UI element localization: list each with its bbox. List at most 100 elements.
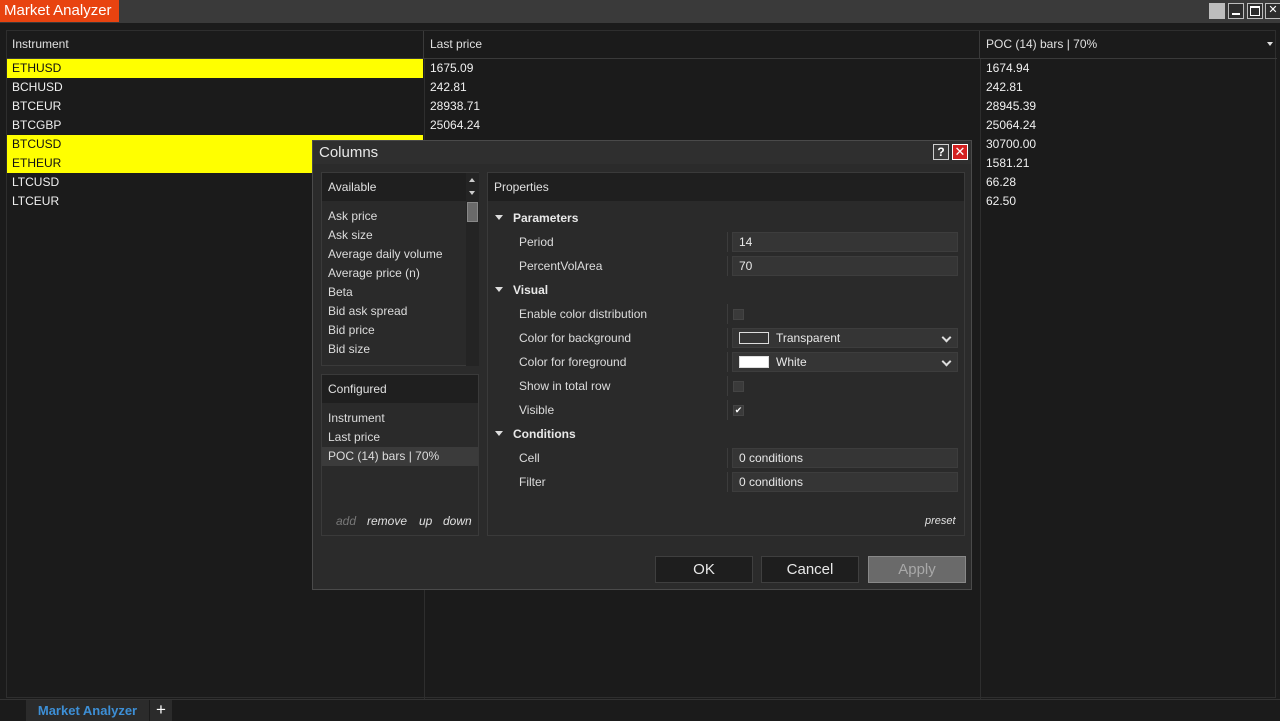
available-item[interactable]: Bid ask spread [328,302,407,321]
grid-row[interactable]: BTCGBP 25064.24 25064.24 [7,116,1277,135]
minimize-button[interactable] [1228,3,1244,19]
grid-row[interactable]: ETHUSD 1675.09 1674.94 [7,59,1277,78]
apply-button[interactable]: Apply [868,556,966,583]
color-distribution-checkbox[interactable] [733,309,744,320]
configured-item[interactable]: Last price [322,428,478,447]
instrument-cell: BCHUSD [12,80,63,94]
scroll-up-icon[interactable] [469,178,475,182]
collapse-arrow-icon[interactable] [495,215,503,220]
category-label: Visual [513,283,549,297]
available-panel: Available Ask price Ask size Average dai… [321,172,479,366]
available-item[interactable]: Ask size [328,226,373,245]
configured-item-selected[interactable]: POC (14) bars | 70% [322,447,478,466]
poc-cell: 62.50 [986,194,1017,208]
category-parameters[interactable]: Parameters [488,206,964,230]
available-item[interactable]: Ask price [328,207,377,226]
template-button[interactable] [1209,3,1225,19]
scroll-down-icon[interactable] [469,191,475,195]
filter-conditions-field[interactable]: 0 conditions [732,472,958,492]
instrument-cell: BTCEUR [12,99,62,113]
category-conditions[interactable]: Conditions [488,422,964,446]
grid-header: Instrument Last price POC (14) bars | 70… [7,31,1277,59]
period-input[interactable]: 14 [732,232,958,252]
grid-row[interactable]: BCHUSD 242.81 242.81 [7,78,1277,97]
percent-vol-area-input[interactable]: 70 [732,256,958,276]
property-label: Filter [519,475,546,489]
property-filter-conditions: Filter 0 conditions [488,470,964,494]
category-label: Parameters [513,211,579,225]
instrument-cell: BTCGBP [12,118,62,132]
help-button[interactable]: ? [933,144,949,160]
show-total-row-checkbox[interactable] [733,381,744,392]
last-price-cell: 25064.24 [430,118,481,132]
sort-arrow-icon[interactable] [1267,42,1273,46]
preset-link[interactable]: preset [925,515,956,527]
property-divider [727,400,728,420]
title-bar: Market Analyzer ✕ [0,0,1280,23]
property-visible: Visible ✔ [488,398,964,422]
add-tab-button[interactable]: + [150,700,172,721]
maximize-button[interactable] [1247,3,1263,19]
scroll-thumb[interactable] [467,202,478,222]
property-label: Cell [519,451,540,465]
minimize-icon [1232,13,1240,15]
properties-panel: Properties Parameters Period 14 PercentV… [487,172,965,536]
property-color-distribution: Enable color distribution [488,302,964,326]
collapse-arrow-icon[interactable] [495,287,503,292]
grid-row[interactable]: BTCEUR 28938.71 28945.39 [7,97,1277,116]
poc-cell: 242.81 [986,80,1023,94]
cell-conditions-field[interactable]: 0 conditions [732,448,958,468]
up-action[interactable]: up [419,514,432,528]
property-divider [727,352,728,372]
ok-button[interactable]: OK [655,556,753,583]
close-window-button[interactable]: ✕ [1265,3,1280,19]
maximize-icon [1250,6,1260,16]
close-icon: ✕ [1268,4,1278,16]
add-action[interactable]: add [336,514,356,528]
property-divider [727,472,728,492]
poc-cell: 1674.94 [986,61,1030,75]
color-swatch [739,332,769,344]
collapse-arrow-icon[interactable] [495,431,503,436]
poc-cell: 66.28 [986,175,1017,189]
category-visual[interactable]: Visual [488,278,964,302]
property-divider [727,328,728,348]
poc-cell: 28945.39 [986,99,1037,113]
property-label: Visible [519,403,555,417]
category-label: Conditions [513,427,576,441]
property-label: Color for foreground [519,355,627,369]
column-header-poc[interactable]: POC (14) bars | 70% [980,31,1277,59]
down-action[interactable]: down [443,514,472,528]
configured-header: Configured [322,375,478,403]
chevron-down-icon [941,356,952,367]
property-background-color: Color for background Transparent [488,326,964,350]
configured-actions: add remove up down [322,514,478,532]
visible-checkbox[interactable]: ✔ [733,405,744,416]
column-header-instrument[interactable]: Instrument [7,31,424,59]
available-item[interactable]: Bid size [328,340,370,359]
available-scrollbar[interactable] [466,173,479,366]
dialog-title: Columns [319,144,379,161]
dialog-close-button[interactable]: ✕ [952,144,968,160]
poc-cell: 25064.24 [986,118,1037,132]
tab-bar: Market Analyzer + [0,699,1280,721]
configured-item[interactable]: Instrument [322,409,478,428]
property-foreground-color: Color for foreground White [488,350,964,374]
remove-action[interactable]: remove [367,514,407,528]
foreground-color-select[interactable]: White [732,352,958,372]
background-color-select[interactable]: Transparent [732,328,958,348]
property-divider [727,376,728,396]
column-header-poc-label: POC (14) bars | 70% [986,37,1098,51]
poc-cell: 1581.21 [986,156,1030,170]
property-label: Color for background [519,331,632,345]
cancel-button[interactable]: Cancel [761,556,859,583]
dialog-title-bar[interactable]: Columns ? ✕ [313,141,971,164]
property-period: Period 14 [488,230,964,254]
available-item[interactable]: Bid price [328,321,375,340]
available-header: Available [322,173,466,201]
column-header-last-price[interactable]: Last price [424,31,980,59]
available-item[interactable]: Beta [328,283,353,302]
available-item[interactable]: Average daily volume [328,245,443,264]
available-item[interactable]: Average price (n) [328,264,420,283]
tab-market-analyzer[interactable]: Market Analyzer [26,700,149,721]
